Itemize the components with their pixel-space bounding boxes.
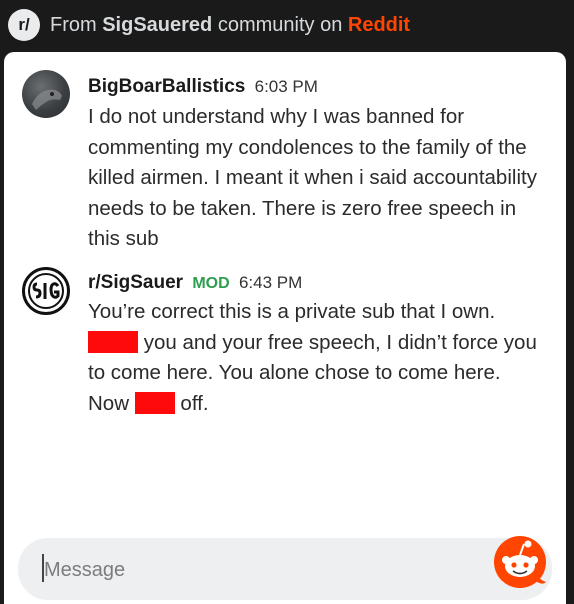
community-name[interactable]: SigSauered bbox=[102, 14, 212, 36]
message-text: I do not understand why I was banned for… bbox=[88, 105, 537, 250]
share-source-text: From SigSauered community on Reddit bbox=[50, 14, 410, 37]
author-name[interactable]: BigBoarBallistics bbox=[88, 76, 245, 97]
author-name[interactable]: r/SigSauer bbox=[88, 272, 183, 293]
message-text: You’re correct this is a private sub tha… bbox=[88, 297, 538, 419]
header-prefix: From bbox=[50, 13, 103, 36]
share-header: r/ From SigSauered community on Reddit bbox=[0, 0, 574, 50]
mod-badge: MOD bbox=[192, 275, 230, 292]
message-composer bbox=[18, 538, 552, 600]
message-input[interactable] bbox=[40, 552, 466, 588]
reddit-brand[interactable]: Reddit bbox=[348, 14, 410, 36]
header-middle: community on bbox=[212, 13, 348, 36]
message-text-part: off. bbox=[174, 391, 209, 415]
sig-logo-icon[interactable] bbox=[22, 267, 70, 315]
snoo-icon[interactable] bbox=[492, 534, 548, 590]
chat-card: BigBoarBallistics 6:03 PM I do not under… bbox=[4, 52, 566, 604]
message-meta: BigBoarBallistics 6:03 PM bbox=[88, 76, 318, 98]
reddit-badge-icon: r/ bbox=[8, 9, 40, 41]
redaction-box bbox=[134, 391, 175, 414]
message-text-part: You’re correct this is a private sub tha… bbox=[88, 300, 496, 323]
redaction-box bbox=[88, 330, 138, 353]
message-time: 6:03 PM bbox=[254, 77, 318, 96]
message-time: 6:43 PM bbox=[238, 273, 303, 292]
user-avatar-icon[interactable] bbox=[22, 70, 70, 118]
message-meta: r/SigSauer MOD 6:43 PM bbox=[88, 272, 302, 294]
